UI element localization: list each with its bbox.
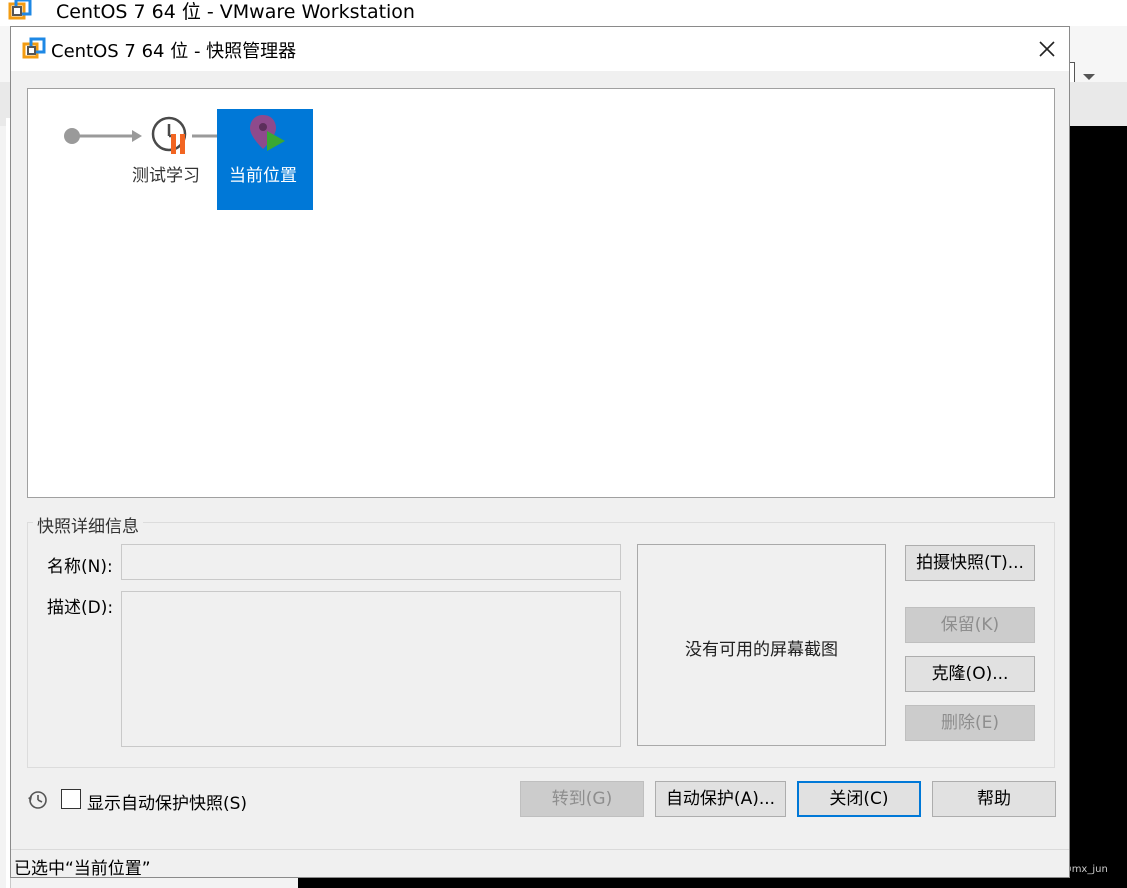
history-icon	[28, 791, 47, 809]
take-snapshot-button[interactable]: 拍摄快照(T)...	[905, 545, 1035, 581]
vmware-logo-icon	[22, 37, 46, 59]
dialog-titlebar: CentOS 7 64 位 - 快照管理器	[11, 27, 1069, 71]
delete-button[interactable]: 删除(E)	[905, 705, 1035, 741]
vm-console-area[interactable]	[1070, 126, 1127, 888]
vm-console-bottom	[298, 878, 1127, 888]
show-autoprotect-checkbox[interactable]	[61, 789, 81, 809]
autoprotect-button[interactable]: 自动保护(A)...	[655, 781, 786, 817]
current-position-icon	[250, 115, 285, 151]
help-button[interactable]: 帮助	[932, 781, 1056, 817]
description-field[interactable]	[121, 591, 621, 747]
details-group-title: 快照详细信息	[33, 512, 143, 537]
name-label: 名称(N):	[47, 557, 113, 577]
screenshot-placeholder: 没有可用的屏幕截图	[685, 640, 838, 660]
status-bar: 已选中“当前位置”	[11, 849, 1069, 879]
current-position-node[interactable]: 当前位置	[217, 109, 313, 210]
snapshot-node-test[interactable]: 测试学习	[128, 109, 212, 189]
dialog-title: CentOS 7 64 位 - 快照管理器	[51, 41, 297, 62]
status-text: 已选中“当前位置”	[14, 859, 151, 879]
vmware-titlebar: CentOS 7 64 位 - VMware Workstation	[0, 0, 1127, 26]
goto-button[interactable]: 转到(G)	[520, 781, 644, 817]
close-button[interactable]: 关闭(C)	[797, 781, 921, 817]
chevron-down-icon[interactable]	[1083, 74, 1095, 80]
snapshot-node-label: 测试学习	[132, 166, 200, 186]
keep-button[interactable]: 保留(K)	[905, 607, 1035, 643]
snapshot-manager-dialog: CentOS 7 64 位 - 快照管理器 测试学习 当前位置 快照详细信息 名…	[10, 26, 1070, 879]
name-field[interactable]	[121, 544, 621, 580]
show-autoprotect-label[interactable]: 显示自动保护快照(S)	[87, 789, 247, 814]
vmware-window-title: CentOS 7 64 位 - VMware Workstation	[56, 1, 415, 23]
description-label: 描述(D):	[47, 598, 114, 618]
snapshot-tree[interactable]: 测试学习 当前位置	[27, 88, 1055, 498]
clone-button[interactable]: 克隆(O)...	[905, 656, 1035, 692]
close-icon[interactable]	[1031, 33, 1063, 65]
vmware-logo-icon	[8, 0, 32, 20]
current-node-label: 当前位置	[229, 166, 297, 186]
screenshot-preview: 没有可用的屏幕截图	[637, 544, 886, 746]
